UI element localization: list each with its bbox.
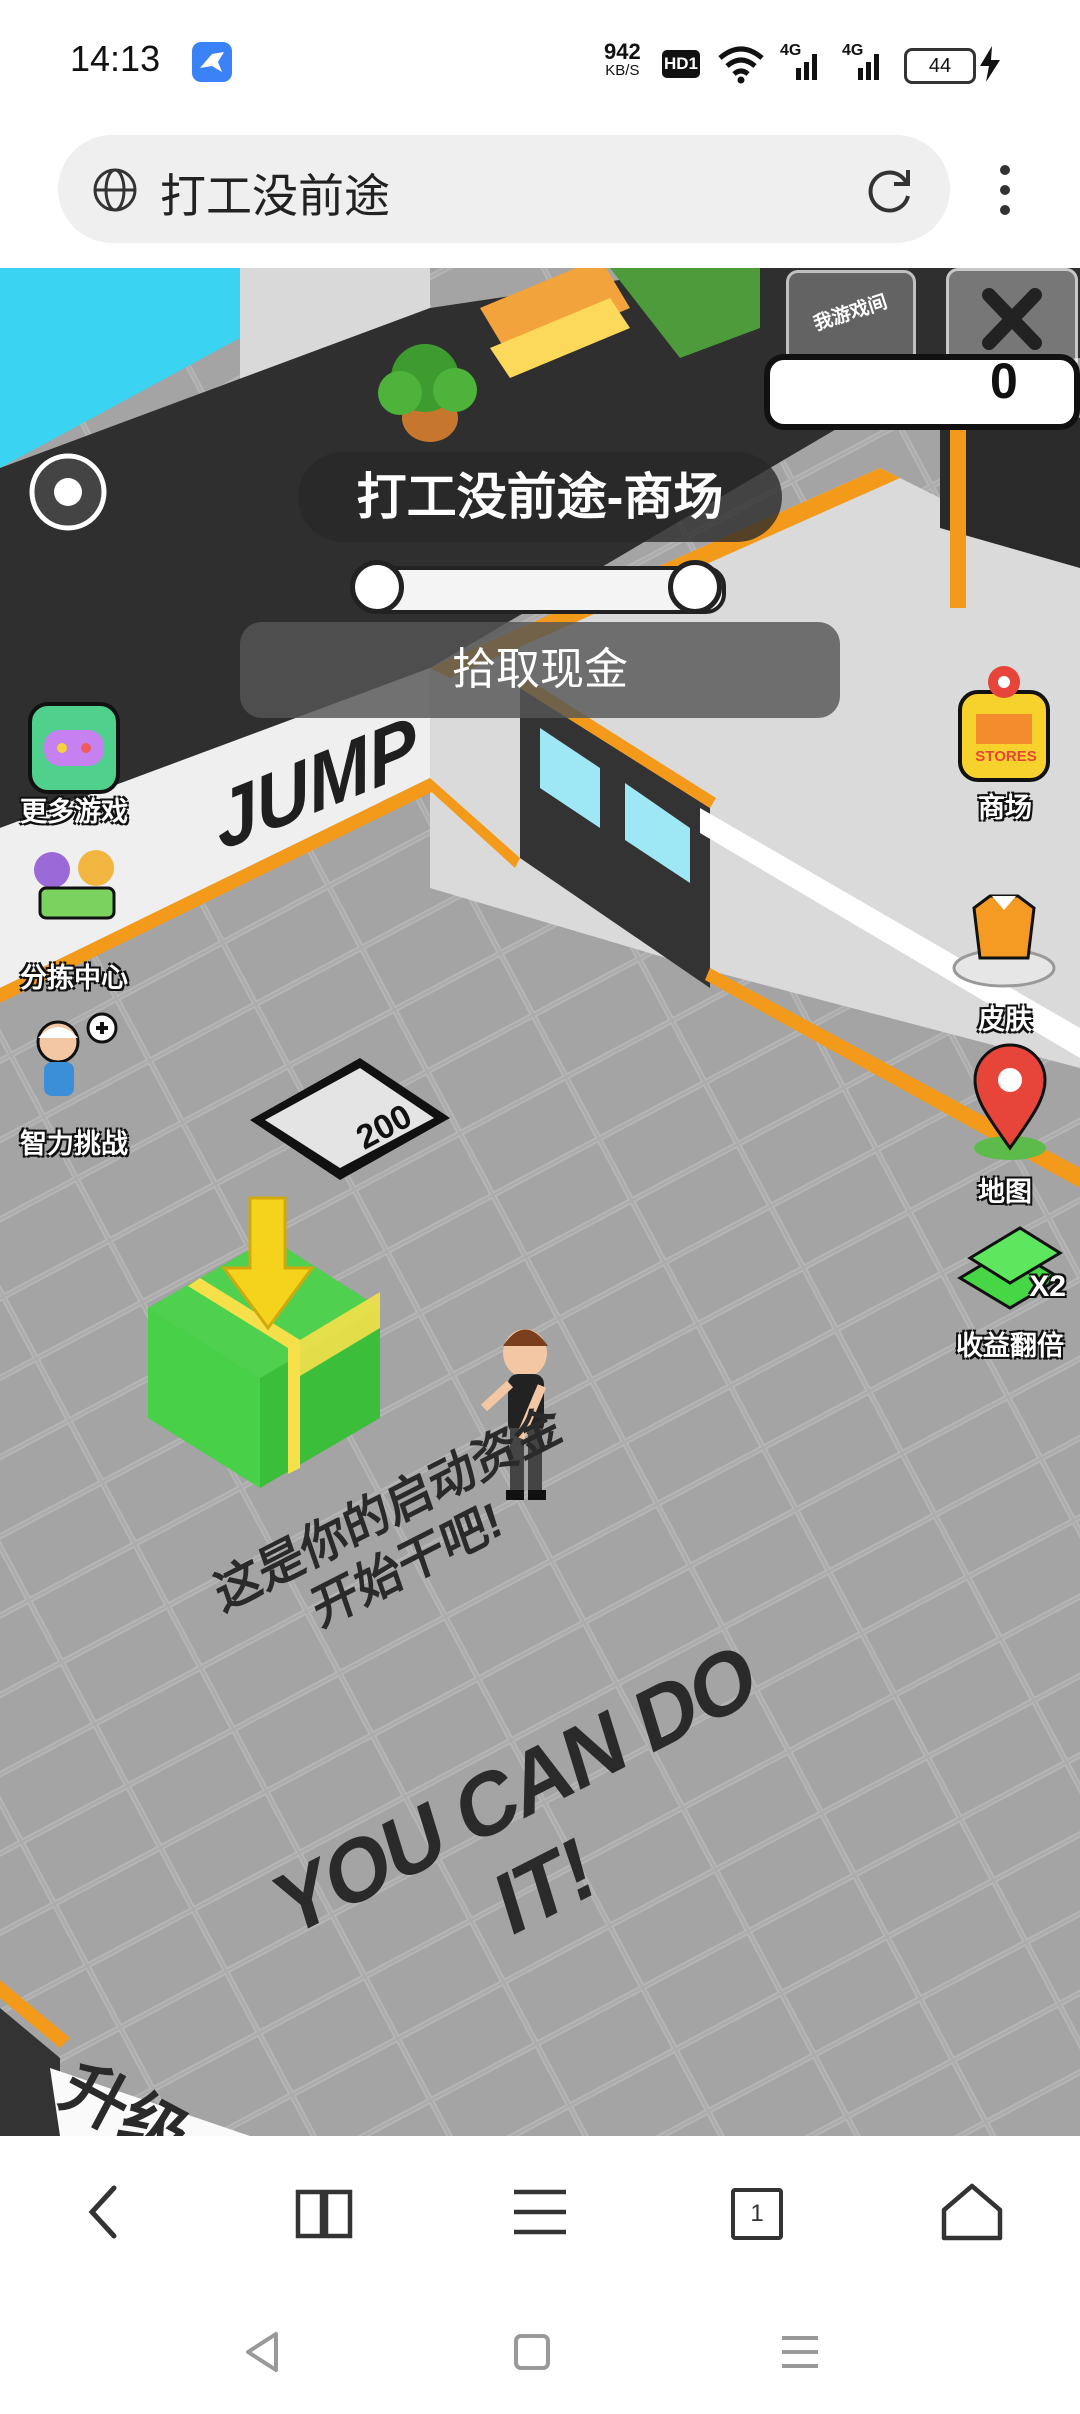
sorting-center-label: 分拣中心 [20, 963, 128, 993]
skin-button[interactable] [946, 880, 1062, 990]
system-recents-icon[interactable] [770, 2322, 830, 2382]
skin-label: 皮肤 [978, 1005, 1032, 1035]
globe-icon [93, 168, 137, 212]
menu-icon[interactable] [500, 2172, 580, 2252]
system-back-icon[interactable] [234, 2322, 294, 2382]
address-text[interactable]: 打工没前途 [160, 160, 390, 226]
progress-start-node [350, 560, 404, 614]
tab-count: 1 [731, 2188, 783, 2240]
battery-indicator: 44 [904, 48, 976, 84]
home-icon[interactable] [932, 2172, 1012, 2252]
more-games-label: 更多游戏 [20, 797, 128, 827]
brain-challenge-button[interactable] [26, 1024, 122, 1120]
system-home-icon[interactable] [502, 2322, 562, 2382]
wifi-icon [718, 46, 764, 84]
store-button[interactable]: STORES [956, 668, 1056, 784]
double-earnings-button[interactable]: X2 [950, 1222, 1070, 1322]
signal-bars-icon-2 [858, 54, 879, 80]
hd-badge: HD1 [662, 50, 700, 78]
settings-gear-icon[interactable] [24, 446, 116, 538]
status-time: 14:13 [70, 38, 161, 79]
more-menu-icon[interactable] [990, 160, 1020, 220]
more-games-button[interactable] [26, 700, 122, 796]
tabs-button[interactable]: 1 [716, 2172, 796, 2252]
money-count: 0 [990, 353, 1018, 409]
level-title: 打工没前途-商场 [298, 452, 782, 542]
brain-challenge-label: 智力挑战 [20, 1129, 128, 1159]
bookmarks-icon[interactable] [284, 2172, 364, 2252]
progress-end-node [668, 560, 722, 614]
map-button[interactable] [956, 1062, 1066, 1172]
back-icon[interactable] [66, 2172, 146, 2252]
reload-icon[interactable] [864, 164, 916, 216]
double-earnings-label: 收益翻倍 [956, 1331, 1064, 1361]
map-label: 地图 [978, 1177, 1032, 1207]
current-task: 拾取现金 [240, 622, 840, 718]
charging-icon [980, 46, 1000, 82]
signal-bars-icon [796, 54, 817, 80]
store-label: 商场 [978, 793, 1032, 823]
money-panel [764, 354, 1080, 430]
network-speed: 942 KB/S [604, 39, 641, 80]
sorting-center-button[interactable] [26, 856, 122, 952]
bird-app-icon [192, 42, 232, 82]
